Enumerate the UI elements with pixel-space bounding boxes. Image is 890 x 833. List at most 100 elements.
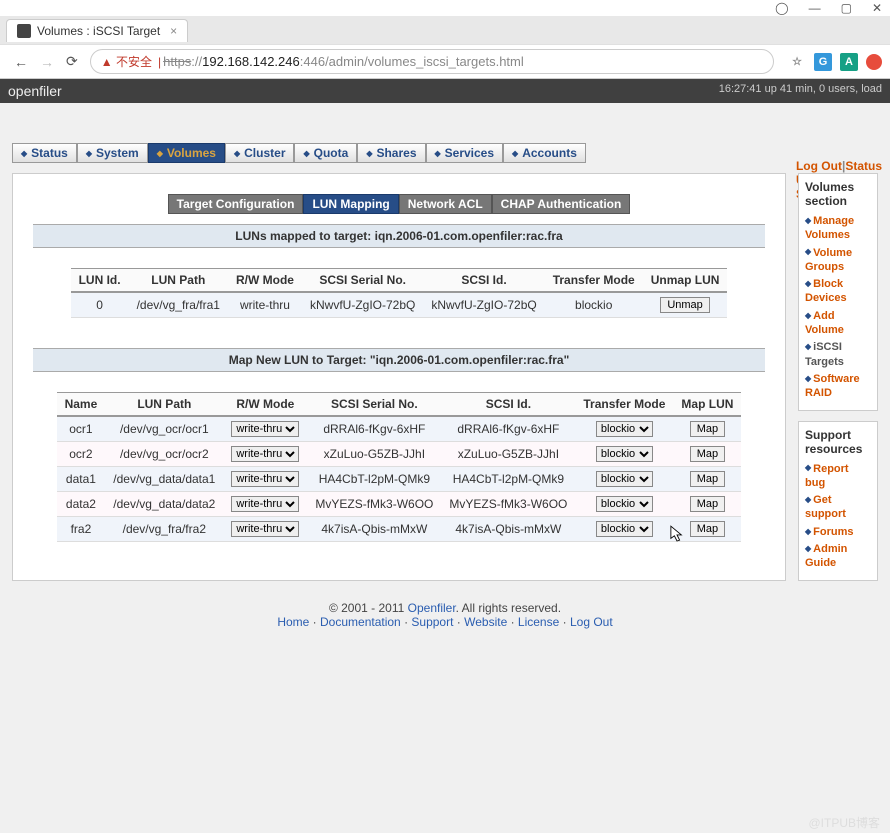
map-button[interactable]: Map xyxy=(690,496,725,512)
cell-serial: 4k7isA-Qbis-mMxW xyxy=(307,517,441,542)
col-header: SCSI Serial No. xyxy=(302,269,423,293)
map-button[interactable]: Map xyxy=(690,471,725,487)
col-header: Map LUN xyxy=(673,393,741,417)
footer-link-home[interactable]: Home xyxy=(277,615,309,629)
cell-name: data2 xyxy=(57,492,106,517)
footer-link-website[interactable]: Website xyxy=(464,615,507,629)
browser-tab[interactable]: Volumes : iSCSI Target × xyxy=(6,19,188,42)
favicon-icon xyxy=(17,24,31,38)
nav-shares[interactable]: ◆Shares xyxy=(357,143,425,163)
subtab-lun-mapping[interactable]: LUN Mapping xyxy=(303,194,398,214)
subtab-chap-authentication[interactable]: CHAP Authentication xyxy=(492,194,631,214)
cell-name: fra2 xyxy=(57,517,106,542)
content-panel: Target ConfigurationLUN MappingNetwork A… xyxy=(12,173,786,581)
side-link-volume-groups[interactable]: ◆Volume Groups xyxy=(805,246,871,275)
map-button[interactable]: Map xyxy=(690,421,725,437)
col-header: Transfer Mode xyxy=(545,269,643,293)
insecure-icon: ▲ 不安全 xyxy=(101,53,152,70)
tab-close-icon[interactable]: × xyxy=(170,24,177,38)
unmap-button[interactable]: Unmap xyxy=(660,297,709,313)
ext-red-icon[interactable] xyxy=(866,54,882,70)
footer-link-log-out[interactable]: Log Out xyxy=(570,615,613,629)
support-title: Support resources xyxy=(805,428,871,456)
cell-scsi: MvYEZS-fMk3-W6OO xyxy=(441,492,575,517)
map-button[interactable]: Map xyxy=(690,521,725,537)
footer-link-license[interactable]: License xyxy=(518,615,559,629)
side-link-forums[interactable]: ◆Forums xyxy=(805,525,871,539)
close-window-icon[interactable]: ✕ xyxy=(872,1,882,15)
subtab-network-acl[interactable]: Network ACL xyxy=(399,194,492,214)
footer: © 2001 - 2011 Openfiler. All rights rese… xyxy=(12,581,878,649)
transfer-mode-select[interactable]: blockio xyxy=(596,521,653,537)
transfer-mode-select[interactable]: blockio xyxy=(596,471,653,487)
col-header: R/W Mode xyxy=(228,269,302,293)
reload-icon[interactable]: ⟳ xyxy=(66,53,78,70)
side-link-add-volume[interactable]: ◆Add Volume xyxy=(805,309,871,338)
footer-link-documentation[interactable]: Documentation xyxy=(320,615,401,629)
url-path: /admin/volumes_iscsi_targets.html xyxy=(325,54,524,69)
user-icon[interactable]: ◯ xyxy=(775,1,788,15)
map-button[interactable]: Map xyxy=(690,446,725,462)
side-link-manage-volumes[interactable]: ◆Manage Volumes xyxy=(805,214,871,243)
mapped-luns-table: LUN Id.LUN PathR/W ModeSCSI Serial No.SC… xyxy=(71,268,728,318)
logo: openfiler xyxy=(8,83,62,99)
transfer-mode-select[interactable]: blockio xyxy=(596,421,653,437)
side-link-block-devices[interactable]: ◆Block Devices xyxy=(805,277,871,306)
sub-nav: Target ConfigurationLUN MappingNetwork A… xyxy=(33,194,765,214)
cell-transfer: blockio xyxy=(545,292,643,318)
mapnew-title: Map New LUN to Target: "iqn.2006-01.com.… xyxy=(33,348,765,372)
col-header: SCSI Id. xyxy=(441,393,575,417)
watermark: @ITPUB博客 xyxy=(808,814,880,831)
nav-accounts[interactable]: ◆Accounts xyxy=(503,143,586,163)
transfer-mode-select[interactable]: blockio xyxy=(596,496,653,512)
cell-name: ocr1 xyxy=(57,416,106,442)
tab-title: Volumes : iSCSI Target xyxy=(37,24,160,38)
cell-lunpath: /dev/vg_data/data1 xyxy=(105,467,223,492)
cell-rw: write-thru xyxy=(228,292,302,318)
nav-quota[interactable]: ◆Quota xyxy=(294,143,357,163)
cell-scsi: dRRAl6-fKgv-6xHF xyxy=(441,416,575,442)
back-icon[interactable]: ← xyxy=(14,54,28,70)
footer-link-support[interactable]: Support xyxy=(411,615,453,629)
url-input[interactable]: ▲ 不安全 | https://192.168.142.246:446/admi… xyxy=(90,49,774,74)
rw-mode-select[interactable]: write-thru xyxy=(231,496,299,512)
side-link-iscsi-targets[interactable]: ◆iSCSI Targets xyxy=(805,340,871,369)
rw-mode-select[interactable]: write-thru xyxy=(231,471,299,487)
transfer-mode-select[interactable]: blockio xyxy=(596,446,653,462)
nav-volumes[interactable]: ◆Volumes xyxy=(148,143,225,163)
nav-system[interactable]: ◆System xyxy=(77,143,148,163)
cell-lunpath: /dev/vg_ocr/ocr2 xyxy=(105,442,223,467)
ext-g-icon[interactable]: G xyxy=(814,53,832,71)
maximize-icon[interactable]: ▢ xyxy=(841,1,852,15)
cell-lunpath: /dev/vg_fra/fra2 xyxy=(105,517,223,542)
nav-services[interactable]: ◆Services xyxy=(426,143,504,163)
footer-brand[interactable]: Openfiler xyxy=(408,601,456,615)
url-scheme: https xyxy=(163,54,191,69)
nav-cluster[interactable]: ◆Cluster xyxy=(225,143,295,163)
cell-serial: HA4CbT-l2pM-QMk9 xyxy=(307,467,441,492)
col-header: LUN Path xyxy=(105,393,223,417)
col-header: Transfer Mode xyxy=(575,393,673,417)
side-link-software-raid[interactable]: ◆Software RAID xyxy=(805,372,871,401)
col-header: Unmap LUN xyxy=(643,269,728,293)
rw-mode-select[interactable]: write-thru xyxy=(231,521,299,537)
col-header: R/W Mode xyxy=(223,393,307,417)
address-bar: ← → ⟳ ▲ 不安全 | https://192.168.142.246:44… xyxy=(0,44,890,78)
forward-icon[interactable]: → xyxy=(40,54,54,70)
cell-serial: dRRAl6-fKgv-6xHF xyxy=(307,416,441,442)
side-link-admin-guide[interactable]: ◆Admin Guide xyxy=(805,542,871,571)
side-link-report-bug[interactable]: ◆Report bug xyxy=(805,462,871,491)
cell-serial: kNwvfU-ZgIO-72bQ xyxy=(302,292,423,318)
nav-status[interactable]: ◆Status xyxy=(12,143,77,163)
rw-mode-select[interactable]: write-thru xyxy=(231,446,299,462)
side-link-get-support[interactable]: ◆Get support xyxy=(805,493,871,522)
cell-name: data1 xyxy=(57,467,106,492)
minimize-icon[interactable]: — xyxy=(809,1,821,15)
col-header: SCSI Serial No. xyxy=(307,393,441,417)
rw-mode-select[interactable]: write-thru xyxy=(231,421,299,437)
bookmark-icon[interactable]: ☆ xyxy=(788,53,806,71)
subtab-target-configuration[interactable]: Target Configuration xyxy=(168,194,304,214)
cell-lunpath: /dev/vg_fra/fra1 xyxy=(129,292,228,318)
ext-a-icon[interactable]: A xyxy=(840,53,858,71)
col-header: SCSI Id. xyxy=(423,269,544,293)
